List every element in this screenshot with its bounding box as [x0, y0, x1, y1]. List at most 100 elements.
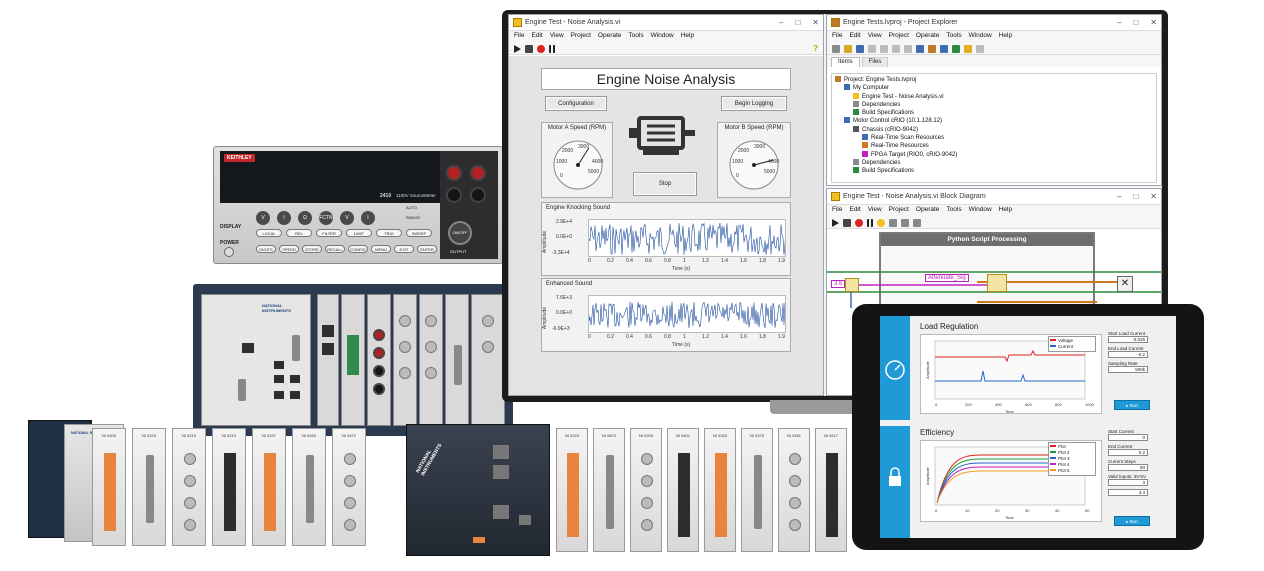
python-node-icon[interactable]	[987, 274, 1007, 292]
warning-icon[interactable]	[964, 44, 972, 53]
numeric-control[interactable]: 50	[1108, 464, 1148, 471]
meter-control-button[interactable]: REL	[286, 229, 312, 237]
menu-operate[interactable]: Operate	[916, 32, 940, 42]
menu-file[interactable]: File	[832, 206, 842, 216]
menu-view[interactable]: View	[868, 32, 882, 42]
numeric-control[interactable]: 3.4	[1108, 489, 1148, 496]
menu-tools[interactable]: Tools	[628, 32, 643, 42]
filter-icon[interactable]	[952, 44, 960, 53]
tree-item[interactable]: Build Specifications	[835, 109, 1153, 117]
tree-item[interactable]: My Computer	[835, 84, 1153, 92]
close-icon[interactable]: ✕	[812, 18, 819, 27]
tree-item[interactable]: Dependencies	[835, 158, 1153, 167]
tab-items[interactable]: Items	[831, 57, 860, 67]
menu-file[interactable]: File	[832, 32, 842, 42]
meter-function-button[interactable]: V	[340, 211, 354, 225]
tree-item[interactable]: Project: Engine Tests.lvproj	[835, 76, 1153, 84]
close-session-icon[interactable]: ✕	[1117, 276, 1133, 292]
highlight-execution-icon[interactable]	[877, 218, 885, 227]
pause-icon[interactable]	[549, 44, 555, 53]
configuration-button[interactable]: Configuration	[545, 96, 607, 111]
step-icon[interactable]	[889, 218, 897, 227]
numeric-control[interactable]: 0	[1108, 434, 1148, 441]
meter-control-button[interactable]: FILTER	[316, 229, 342, 237]
begin-logging-button[interactable]: Begin Logging	[721, 96, 787, 111]
tree-item[interactable]: Motor Control cRIO (10.1.128.12)	[835, 117, 1153, 125]
meter-control-button[interactable]: LIMIT	[346, 229, 372, 237]
pause-icon[interactable]	[867, 218, 873, 227]
tree-item[interactable]: Build Specifications	[835, 167, 1153, 175]
deploy-icon[interactable]	[928, 44, 936, 53]
sum-node-icon[interactable]	[845, 278, 859, 292]
maximize-icon[interactable]: □	[1133, 18, 1138, 27]
find-icon[interactable]	[976, 44, 984, 53]
run-button-1[interactable]: ▸ Run	[1114, 400, 1150, 410]
legend-entry[interactable]: Current	[1050, 344, 1094, 350]
menu-project[interactable]: Project	[571, 32, 591, 42]
abort-icon[interactable]	[855, 218, 863, 227]
tree-item[interactable]: FPGA Target (RIO0, cRIO-9042)	[835, 150, 1153, 159]
menu-window[interactable]: Window	[969, 206, 992, 216]
meter-menu-button[interactable]: MENU	[371, 245, 391, 253]
maximize-icon[interactable]: □	[795, 18, 800, 27]
output-on-off-button[interactable]: ON/OFF	[448, 221, 472, 245]
minimize-icon[interactable]: –	[1117, 18, 1121, 27]
numeric-control[interactable]: 0.2	[1108, 449, 1148, 456]
build-icon[interactable]	[916, 44, 924, 53]
tree-item[interactable]: Dependencies	[835, 100, 1153, 109]
delete-icon[interactable]	[904, 44, 912, 53]
menu-view[interactable]: View	[868, 206, 882, 216]
meter-menu-button[interactable]: DIGITS	[256, 245, 276, 253]
meter-menu-button[interactable]: ENTER	[417, 245, 437, 253]
power-button[interactable]	[224, 247, 234, 257]
abort-icon[interactable]	[537, 44, 545, 53]
meter-control-button[interactable]: LOCAL	[256, 229, 282, 237]
meter-function-button[interactable]: I	[361, 211, 375, 225]
menu-edit[interactable]: Edit	[849, 32, 860, 42]
tree-item[interactable]: Chassis (cRIO-9042)	[835, 125, 1153, 134]
meter-menu-button[interactable]: RECALL	[325, 245, 345, 253]
meter-control-button[interactable]: SWEEP	[406, 229, 432, 237]
help-icon[interactable]: ?	[813, 44, 818, 53]
menu-project[interactable]: Project	[889, 32, 909, 42]
menu-edit[interactable]: Edit	[849, 206, 860, 216]
tab-files[interactable]: Files	[861, 57, 889, 67]
run-continuously-icon[interactable]	[525, 44, 533, 53]
numeric-control[interactable]: 500k	[1108, 366, 1148, 373]
menu-window[interactable]: Window	[969, 32, 992, 42]
tree-item[interactable]: Engine Test - Noise Analysis.vi	[835, 92, 1153, 101]
stop-button[interactable]: Stop	[633, 172, 697, 196]
meter-menu-button[interactable]: SPEED	[279, 245, 299, 253]
menu-view[interactable]: View	[550, 32, 564, 42]
menu-help[interactable]: Help	[999, 32, 1012, 42]
cut-icon[interactable]	[868, 44, 876, 53]
paste-icon[interactable]	[892, 44, 900, 53]
menu-file[interactable]: File	[514, 32, 524, 42]
step-over-icon[interactable]	[901, 218, 909, 227]
view-icon[interactable]	[940, 44, 948, 53]
menu-tools[interactable]: Tools	[946, 206, 961, 216]
minimize-icon[interactable]: –	[1117, 192, 1121, 201]
close-icon[interactable]: ✕	[1150, 192, 1157, 201]
new-icon[interactable]	[832, 44, 840, 53]
menu-help[interactable]: Help	[681, 32, 694, 42]
tree-item[interactable]: Real-Time Resources	[835, 142, 1153, 150]
copy-icon[interactable]	[880, 44, 888, 53]
numeric-control[interactable]: 3	[1108, 479, 1148, 486]
tree-item[interactable]: Real-Time Scan Resources	[835, 134, 1153, 142]
meter-menu-button[interactable]: CONFIG	[348, 245, 368, 253]
run-button-2[interactable]: ▸ Run	[1114, 516, 1150, 526]
meter-control-button[interactable]: TRIG	[376, 229, 402, 237]
menu-operate[interactable]: Operate	[598, 32, 622, 42]
menu-project[interactable]: Project	[889, 206, 909, 216]
open-icon[interactable]	[844, 44, 852, 53]
meter-menu-button[interactable]: STORE	[302, 245, 322, 253]
numeric-control[interactable]: -0.025	[1108, 336, 1148, 343]
run-arrow-icon[interactable]	[514, 44, 521, 53]
run-arrow-icon[interactable]	[832, 218, 839, 227]
menu-operate[interactable]: Operate	[916, 206, 940, 216]
run-continuously-icon[interactable]	[843, 218, 851, 227]
save-icon[interactable]	[856, 44, 864, 53]
meter-menu-button[interactable]: EXIT	[394, 245, 414, 253]
clean-up-icon[interactable]	[913, 218, 921, 227]
